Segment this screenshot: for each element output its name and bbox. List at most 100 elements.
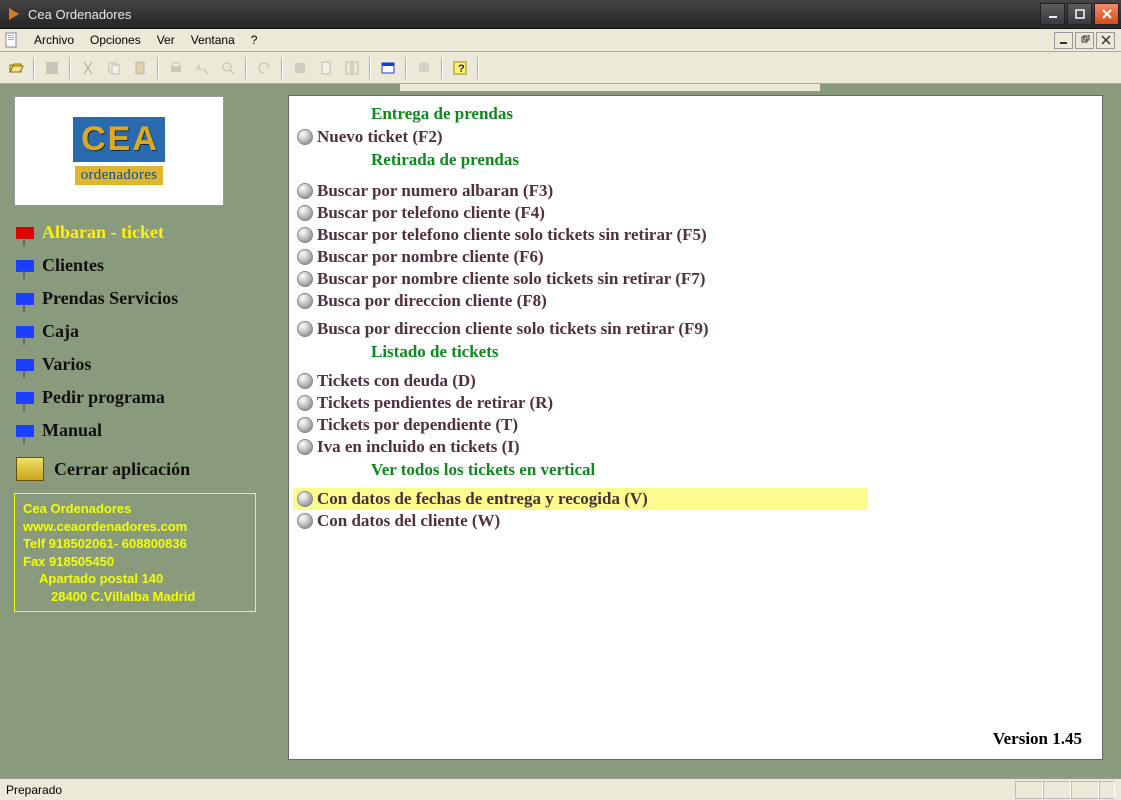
cut-button — [76, 56, 100, 80]
bullet-icon — [297, 205, 313, 221]
nav-pedir-programa[interactable]: Pedir programa — [14, 381, 256, 414]
status-cells — [1015, 781, 1115, 799]
menu-ver[interactable]: Ver — [149, 30, 183, 50]
link-text: Busca por direccion cliente solo tickets… — [317, 319, 709, 339]
close-button[interactable] — [1094, 3, 1119, 25]
link-buscar-direccion[interactable]: Busca por direccion cliente (F8) — [293, 290, 1088, 312]
flag-icon — [16, 425, 34, 437]
document-panel: Entrega de prendas Nuevo ticket (F2) Ret… — [288, 95, 1103, 760]
nav-label: Varios — [42, 354, 91, 375]
logo-letter-e: E — [108, 120, 131, 159]
document-handle[interactable] — [400, 84, 820, 91]
section-entrega: Entrega de prendas — [293, 102, 1088, 126]
layout-button — [340, 56, 364, 80]
link-tickets-deuda[interactable]: Tickets con deuda (D) — [293, 370, 1088, 392]
bullet-icon — [297, 439, 313, 455]
link-buscar-numero-albaran[interactable]: Buscar por numero albaran (F3) — [293, 180, 1088, 202]
open-button[interactable] — [4, 56, 28, 80]
section-retirada: Retirada de prendas — [293, 148, 1088, 172]
link-buscar-nombre-sin-retirar[interactable]: Buscar por nombre cliente solo tickets s… — [293, 268, 1088, 290]
bullet-icon — [297, 227, 313, 243]
app-window: Cea Ordenadores Archivo Opciones Ver Ven… — [0, 0, 1121, 800]
logo: C E A ordenadores — [14, 96, 224, 206]
toolbar-separator — [281, 57, 283, 79]
bullet-icon — [297, 249, 313, 265]
nav-label: Prendas Servicios — [42, 288, 178, 309]
nav-caja[interactable]: Caja — [14, 315, 256, 348]
app-icon — [6, 6, 22, 22]
document-active-bar — [270, 84, 1121, 95]
link-nuevo-ticket[interactable]: Nuevo ticket (F2) — [293, 126, 1088, 148]
mdi-minimize-button[interactable] — [1054, 32, 1073, 49]
section-ver-vertical: Ver todos los tickets en vertical — [293, 458, 1088, 482]
toolbar-separator — [245, 57, 247, 79]
link-datos-fechas[interactable]: Con datos de fechas de entrega y recogid… — [293, 488, 868, 510]
nav-albaran-ticket[interactable]: Albaran - ticket — [14, 216, 256, 249]
link-text: Buscar por telefono cliente solo tickets… — [317, 225, 707, 245]
flag-icon — [16, 293, 34, 305]
document-icon — [4, 32, 20, 48]
menu-archivo[interactable]: Archivo — [26, 30, 82, 50]
undo-button — [252, 56, 276, 80]
bullet-icon — [297, 395, 313, 411]
nav-exit[interactable]: Cerrar aplicación — [14, 447, 256, 487]
nav-label: Clientes — [42, 255, 104, 276]
link-text: Buscar por nombre cliente (F6) — [317, 247, 544, 267]
flag-icon — [16, 260, 34, 272]
link-text: Con datos de fechas de entrega y recogid… — [317, 489, 648, 509]
nav-prendas-servicios[interactable]: Prendas Servicios — [14, 282, 256, 315]
toolbar-separator — [369, 57, 371, 79]
link-datos-cliente[interactable]: Con datos del cliente (W) — [293, 510, 1088, 532]
toolbar-separator — [69, 57, 71, 79]
bullet-icon — [297, 321, 313, 337]
nav-label: Albaran - ticket — [42, 222, 164, 243]
menu-ventana[interactable]: Ventana — [183, 30, 243, 50]
window-toggle-button[interactable] — [376, 56, 400, 80]
nav-manual[interactable]: Manual — [14, 414, 256, 447]
link-text: Buscar por nombre cliente solo tickets s… — [317, 269, 705, 289]
link-buscar-nombre[interactable]: Buscar por nombre cliente (F6) — [293, 246, 1088, 268]
status-cell — [1043, 781, 1071, 799]
link-text: Buscar por numero albaran (F3) — [317, 181, 553, 201]
nav-clientes[interactable]: Clientes — [14, 249, 256, 282]
status-cell — [1015, 781, 1043, 799]
link-iva-incluido[interactable]: Iva en incluido en tickets (I) — [293, 436, 1088, 458]
nav-varios[interactable]: Varios — [14, 348, 256, 381]
maximize-button[interactable] — [1067, 3, 1092, 25]
find-button: A — [190, 56, 214, 80]
zoom-button — [216, 56, 240, 80]
sidebar: C E A ordenadores Albaran - ticket Clien… — [0, 84, 270, 778]
menu-opciones[interactable]: Opciones — [82, 30, 149, 50]
status-cell — [1071, 781, 1099, 799]
link-tickets-dependiente[interactable]: Tickets por dependiente (T) — [293, 414, 1088, 436]
link-buscar-telefono-sin-retirar[interactable]: Buscar por telefono cliente solo tickets… — [293, 224, 1088, 246]
logo-subtitle: ordenadores — [75, 166, 164, 185]
flag-icon — [16, 326, 34, 338]
contact-website: www.ceaordenadores.com — [23, 518, 247, 536]
section-listado: Listado de tickets — [293, 340, 1088, 364]
contact-company: Cea Ordenadores — [23, 500, 247, 518]
version-label: Version 1.45 — [993, 729, 1082, 749]
bullet-icon — [297, 183, 313, 199]
link-buscar-telefono[interactable]: Buscar por telefono cliente (F4) — [293, 202, 1088, 224]
bullet-icon — [297, 417, 313, 433]
link-text: Con datos del cliente (W) — [317, 511, 500, 531]
link-text: Buscar por telefono cliente (F4) — [317, 203, 545, 223]
link-tickets-pendientes[interactable]: Tickets pendientes de retirar (R) — [293, 392, 1088, 414]
mdi-close-button[interactable] — [1096, 32, 1115, 49]
mdi-restore-button[interactable] — [1075, 32, 1094, 49]
minimize-button[interactable] — [1040, 3, 1065, 25]
help-button[interactable]: ? — [448, 56, 472, 80]
window-controls — [1040, 0, 1121, 28]
status-text: Preparado — [6, 783, 62, 797]
nav-label: Manual — [42, 420, 102, 441]
link-text: Tickets por dependiente (T) — [317, 415, 518, 435]
window-title: Cea Ordenadores — [28, 7, 1040, 22]
exit-icon — [16, 457, 44, 481]
flag-icon — [16, 392, 34, 404]
link-buscar-direccion-sin-retirar[interactable]: Busca por direccion cliente solo tickets… — [293, 318, 1088, 340]
flag-icon — [16, 227, 34, 239]
menu-help[interactable]: ? — [243, 30, 266, 50]
flag-icon — [16, 359, 34, 371]
contact-pobox: Apartado postal 140 — [23, 570, 247, 588]
